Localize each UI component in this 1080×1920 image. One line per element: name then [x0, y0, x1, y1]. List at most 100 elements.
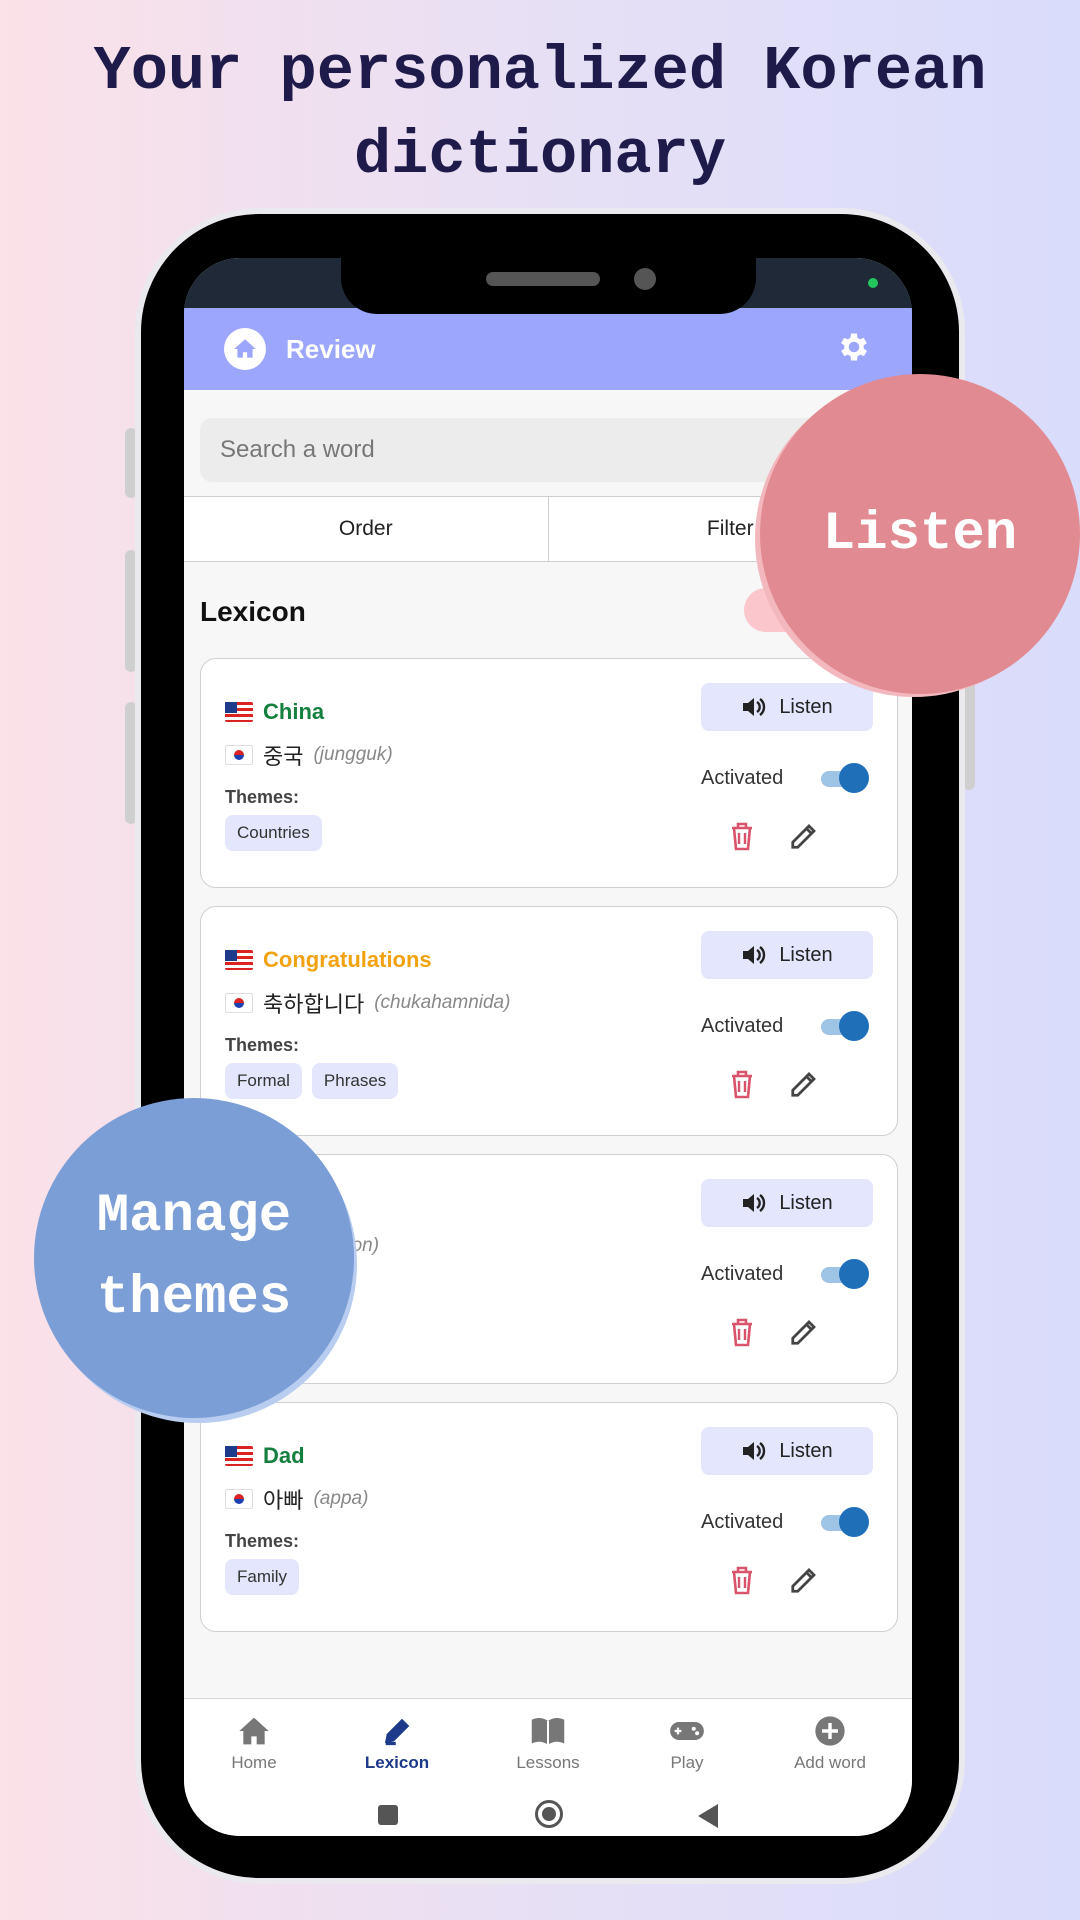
theme-chip[interactable]: Family [225, 1559, 300, 1595]
delete-button[interactable] [729, 821, 755, 856]
listen-label: Listen [779, 943, 833, 966]
korean-word-row: 축하합니다 (chukahamnida) [225, 987, 510, 1019]
speaker-icon [743, 946, 766, 964]
speaker-icon [743, 698, 766, 716]
order-tab[interactable]: Order [184, 497, 548, 561]
us-flag-icon [225, 950, 253, 970]
nav-home-label: Home [231, 1753, 277, 1772]
word-card: China 중국 (jungguk) Themes: Countries Lis… [200, 658, 898, 888]
edit-button[interactable] [789, 1565, 819, 1600]
pencil-icon [791, 1568, 816, 1593]
back-button[interactable] [696, 1803, 720, 1834]
settings-button[interactable] [836, 329, 872, 370]
marketing-headline: Your personalized Korean dictionary [0, 30, 1080, 198]
theme-chips: Family [225, 1559, 300, 1595]
home-icon [234, 339, 256, 358]
app-bar: Review [184, 308, 912, 390]
activated-label: Activated [701, 1511, 784, 1533]
activated-toggle[interactable] [821, 1011, 869, 1041]
themes-label: Themes: [225, 1531, 300, 1551]
theme-chip[interactable]: Countries [225, 815, 322, 851]
book-icon [531, 1718, 565, 1745]
english-word: China [263, 699, 325, 724]
activated-label: Activated [701, 767, 784, 789]
romanization: (jungguk) [313, 744, 393, 765]
activated-label: Activated [701, 1263, 784, 1285]
theme-chip[interactable]: Phrases [311, 1063, 399, 1099]
phone-side-button [125, 428, 137, 498]
home-icon [239, 1717, 269, 1745]
pen-icon [384, 1718, 410, 1746]
phone-volume-up [125, 550, 137, 672]
nav-lexicon[interactable]: Lexicon [327, 1713, 467, 1773]
english-word-row: Dad [225, 1443, 305, 1469]
pencil-icon [791, 1320, 816, 1345]
theme-chips: Countries [225, 815, 322, 851]
listen-button[interactable]: Listen [701, 683, 873, 731]
plus-circle-icon [815, 1716, 845, 1746]
listen-label: Listen [779, 695, 833, 718]
listen-callout-text: Listen [822, 503, 1018, 565]
activated-label: Activated [701, 1015, 784, 1037]
trash-icon [732, 1070, 752, 1099]
edit-button[interactable] [789, 1069, 819, 1104]
section-title: Lexicon [200, 596, 306, 627]
edit-button[interactable] [789, 1317, 819, 1352]
korean-flag-icon [225, 993, 253, 1013]
listen-button[interactable]: Listen [701, 1179, 873, 1227]
manage-themes-callout: Manage themes [34, 1098, 354, 1418]
theme-chips: Formal Phrases [225, 1063, 399, 1099]
pencil-icon [791, 1072, 816, 1097]
delete-button[interactable] [729, 1069, 755, 1104]
activated-toggle[interactable] [821, 1259, 869, 1289]
back-triangle-icon [698, 1804, 718, 1828]
listen-button[interactable]: Listen [701, 1427, 873, 1475]
home-system-button[interactable] [534, 1799, 564, 1834]
romanization: (chukahamnida) [374, 992, 511, 1013]
phone-speaker [486, 272, 600, 286]
square-icon [378, 1805, 398, 1825]
phone-camera [634, 268, 656, 290]
nav-home[interactable]: Home [184, 1713, 324, 1773]
status-indicator-dot [868, 278, 878, 288]
listen-button[interactable]: Listen [701, 931, 873, 979]
edit-button[interactable] [789, 821, 819, 856]
nav-lexicon-label: Lexicon [364, 1753, 430, 1772]
word-card: Dad 아빠 (appa) Themes: Family Listen Acti… [200, 1402, 898, 1632]
us-flag-icon [225, 1446, 253, 1466]
phone-notch [341, 258, 756, 314]
manage-themes-line-2: themes [96, 1268, 292, 1329]
pencil-icon [791, 824, 816, 849]
listen-label: Listen [779, 1439, 833, 1462]
recents-button[interactable] [376, 1803, 400, 1832]
nav-play[interactable]: Play [617, 1713, 757, 1773]
theme-chip[interactable]: Formal [225, 1063, 302, 1099]
nav-lessons[interactable]: Lessons [478, 1713, 618, 1773]
themes-label: Themes: [225, 1035, 300, 1055]
delete-button[interactable] [729, 1565, 755, 1600]
korean-word-row: 중국 (jungguk) [225, 739, 393, 771]
nav-add-word-label: Add word [794, 1753, 866, 1772]
trash-icon [732, 822, 752, 851]
english-word: Congratulations [263, 947, 432, 972]
english-word: Dad [263, 1443, 305, 1468]
korean-word: 축하합니다 [263, 992, 365, 1017]
word-card: Congratulations 축하합니다 (chukahamnida) The… [200, 906, 898, 1136]
themes-label: Themes: [225, 787, 300, 807]
speaker-icon [743, 1194, 766, 1212]
speaker-icon [743, 1442, 766, 1460]
activated-toggle[interactable] [821, 763, 869, 793]
korean-word: 중국 [263, 744, 304, 769]
home-button[interactable] [224, 328, 266, 370]
listen-callout: Listen [760, 374, 1080, 694]
us-flag-icon [225, 702, 253, 722]
nav-add-word[interactable]: Add word [760, 1713, 900, 1773]
korean-word-row: 아빠 (appa) [225, 1483, 368, 1515]
headline-line-2: dictionary [353, 120, 727, 191]
english-word-row: China [225, 699, 324, 725]
activated-toggle[interactable] [821, 1507, 869, 1537]
trash-icon [732, 1318, 752, 1347]
delete-button[interactable] [729, 1317, 755, 1352]
listen-label: Listen [779, 1191, 833, 1214]
nav-play-label: Play [670, 1753, 704, 1772]
